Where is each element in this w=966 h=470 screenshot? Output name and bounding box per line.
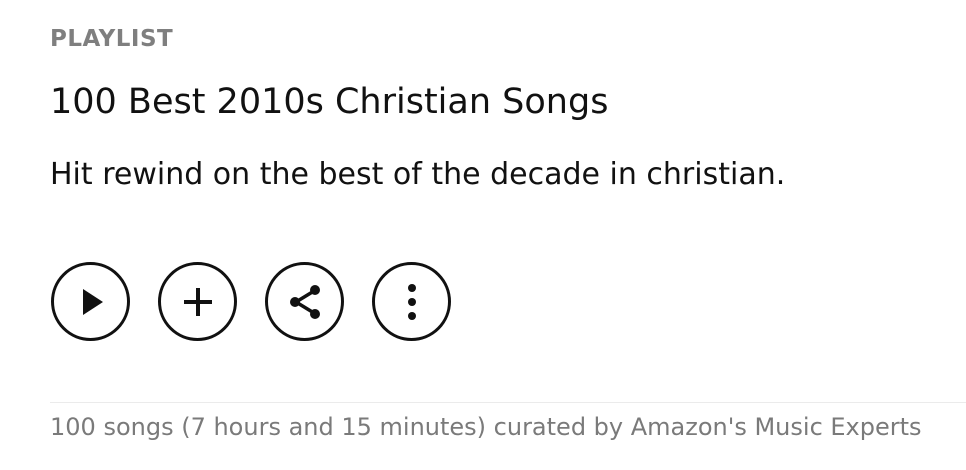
playlist-actions xyxy=(51,262,451,341)
playlist-title: 100 Best 2010s Christian Songs xyxy=(50,82,609,122)
playlist-type-label: PLAYLIST xyxy=(50,26,174,52)
play-icon xyxy=(82,288,103,315)
share-button[interactable] xyxy=(265,262,344,341)
more-vertical-icon xyxy=(407,283,416,320)
divider xyxy=(50,402,966,403)
plus-icon xyxy=(183,287,212,316)
play-button[interactable] xyxy=(51,262,130,341)
more-options-button[interactable] xyxy=(372,262,451,341)
share-icon xyxy=(289,284,320,319)
playlist-meta: 100 songs (7 hours and 15 minutes) curat… xyxy=(50,413,922,441)
add-button[interactable] xyxy=(158,262,237,341)
playlist-description: Hit rewind on the best of the decade in … xyxy=(50,157,786,192)
